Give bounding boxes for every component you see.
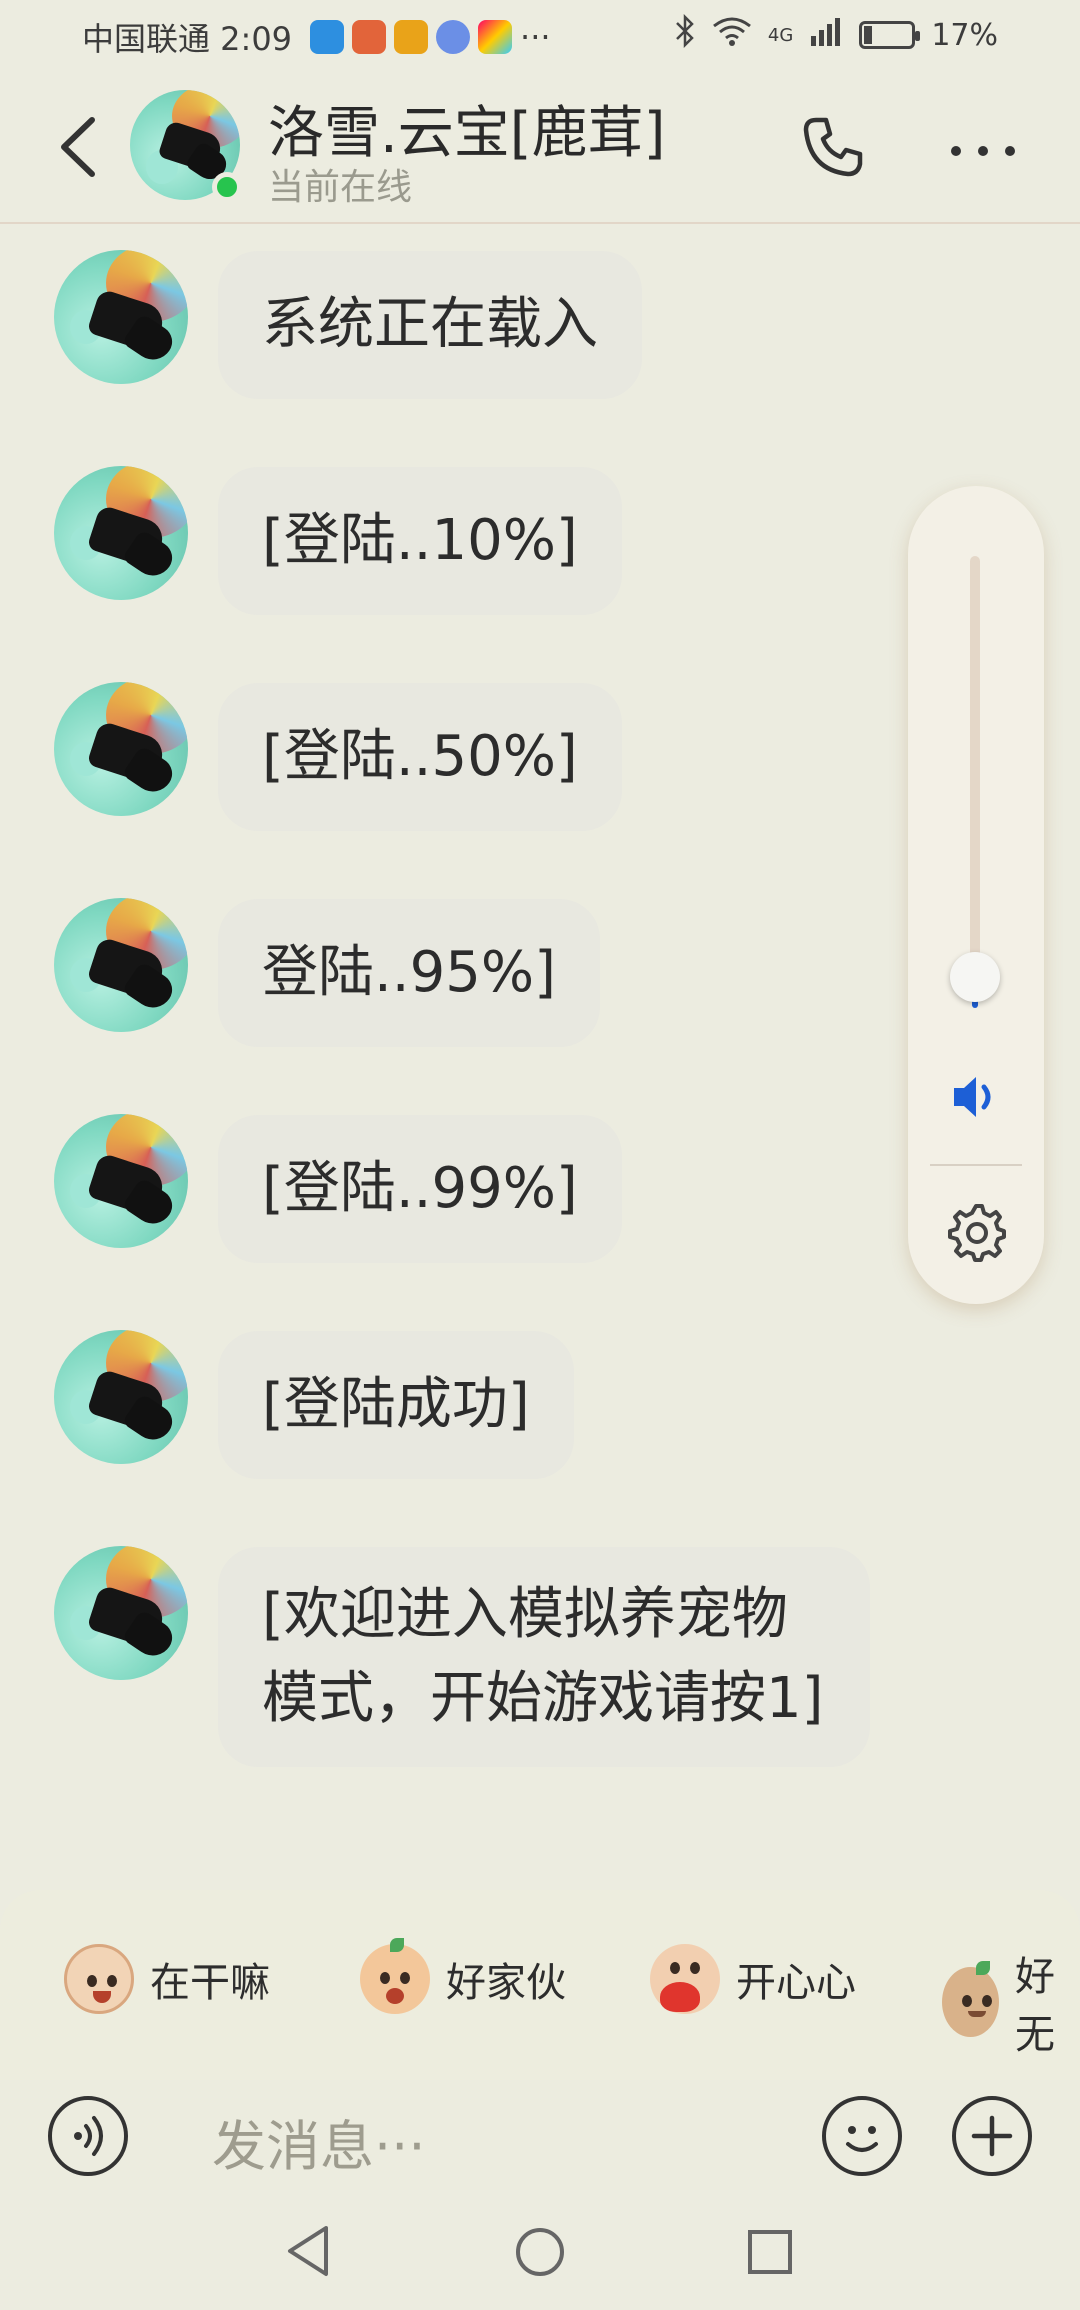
sender-avatar[interactable]: [54, 250, 188, 384]
quick-reply-item[interactable]: 好家伙: [360, 1938, 566, 2014]
message-bubble[interactable]: [登陆..10%]: [218, 467, 622, 615]
volume-panel: [908, 486, 1044, 1304]
divider: [930, 1164, 1022, 1166]
sender-avatar[interactable]: [54, 682, 188, 816]
bluetooth-icon: [674, 13, 696, 56]
battery-percent: 17%: [931, 17, 998, 53]
theme-app-icon: [478, 20, 513, 54]
system-nav-bar: [0, 2220, 1080, 2310]
message-bubble[interactable]: 登陆..95%]: [218, 899, 600, 1047]
curious-sticker-icon: [64, 1944, 134, 2014]
gear-icon[interactable]: [946, 1202, 1006, 1262]
volume-slider-handle[interactable]: [950, 952, 1000, 1002]
quick-reply-label: 在干嘛: [150, 1960, 270, 2006]
smiley-icon: [846, 2126, 878, 2152]
back-button[interactable]: [52, 112, 112, 182]
quick-reply-item[interactable]: 开心心: [650, 1944, 856, 2014]
voice-icon: [74, 2116, 103, 2156]
surprised-sticker-icon: [360, 1938, 430, 2014]
triangle-back-icon: [288, 2226, 328, 2276]
network-type: 4G: [767, 24, 794, 46]
quick-reply-item[interactable]: 在干嘛: [64, 1944, 270, 2014]
quick-reply-item[interactable]: 好无: [942, 1944, 1080, 2060]
phone-icon: [803, 117, 863, 177]
battery-level: [864, 26, 873, 44]
message-bubble[interactable]: 系统正在载入: [218, 251, 642, 399]
presence-status: 当前在线: [268, 167, 413, 208]
quick-reply-label: 开心心: [736, 1960, 856, 2006]
quick-reply-bar: 在干嘛 好家伙 开心心 好无: [0, 1890, 1080, 2080]
nav-back-button[interactable]: [284, 2224, 332, 2278]
volume-slider[interactable]: [970, 556, 980, 986]
chevron-left-icon: [61, 117, 95, 177]
chat-header: 洛雪.云宝[鹿茸] 当前在线: [0, 72, 1080, 224]
voice-input-button[interactable]: [48, 2096, 128, 2176]
carrier-time: 中国联通 2:09: [82, 20, 293, 58]
contact-avatar[interactable]: [130, 90, 242, 202]
sender-avatar[interactable]: [54, 1546, 188, 1680]
status-bar: 中国联通 2:09 ··· 4G 17%: [0, 0, 1080, 72]
heart-sticker-icon: [650, 1944, 720, 2014]
message-bubble[interactable]: [登陆成功]: [218, 1331, 574, 1479]
message-bubble[interactable]: [登陆..50%]: [218, 683, 622, 831]
quick-reply-label: 好家伙: [446, 1960, 566, 2006]
huawei-app-icon: [352, 20, 387, 54]
notification-icons: ···: [310, 18, 551, 56]
more-icon: [951, 146, 1015, 156]
bored-sticker-icon: [942, 1961, 999, 2037]
message-bubble[interactable]: [欢迎进入模拟养宠物模式，开始游戏请按1]: [218, 1547, 870, 1767]
sender-avatar[interactable]: [54, 1330, 188, 1464]
more-options-button[interactable]: [950, 142, 1016, 156]
status-left: 中国联通 2:09 ···: [82, 14, 551, 60]
weather-app-icon: [310, 20, 345, 54]
signal-icon: [809, 16, 843, 54]
sender-avatar[interactable]: [54, 1114, 188, 1248]
input-bar: 发消息···: [0, 2080, 1080, 2190]
wifi-icon: [712, 16, 752, 54]
sender-avatar[interactable]: [54, 898, 188, 1032]
online-indicator: [212, 172, 242, 202]
voice-call-button[interactable]: [800, 114, 866, 180]
music-app-icon: [436, 20, 471, 54]
contact-name[interactable]: 洛雪.云宝[鹿茸]: [268, 88, 666, 169]
nav-home-button[interactable]: [516, 2228, 564, 2276]
message-input[interactable]: 发消息···: [212, 2102, 426, 2181]
speaker-icon[interactable]: [950, 1072, 1002, 1122]
emoji-button[interactable]: [822, 2096, 902, 2176]
sender-avatar[interactable]: [54, 466, 188, 600]
status-right: 4G 17%: [674, 13, 998, 56]
more-notifications: ···: [520, 18, 551, 56]
plus-icon: [971, 2115, 1013, 2157]
nav-recents-button[interactable]: [748, 2230, 792, 2274]
more-actions-button[interactable]: [952, 2096, 1032, 2176]
battery-icon: [859, 21, 921, 49]
message-bubble[interactable]: [登陆..99%]: [218, 1115, 622, 1263]
wallet-app-icon: [394, 20, 429, 54]
quick-reply-label: 好无: [1014, 1954, 1055, 2058]
